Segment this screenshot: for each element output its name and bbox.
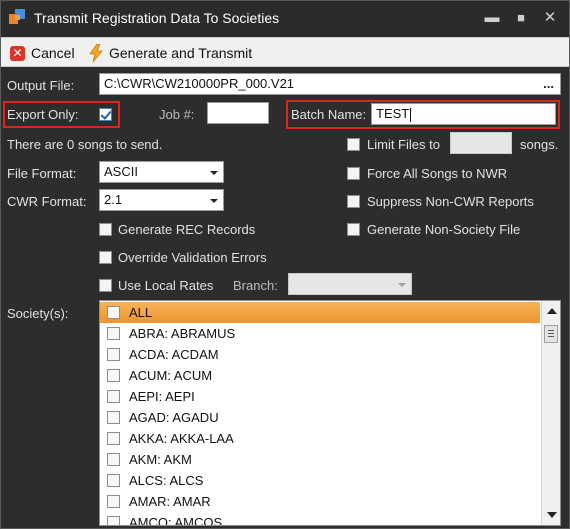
list-item[interactable]: ABRA: ABRAMUS [100,323,540,344]
batch-name-value: TEST [376,106,410,121]
list-item[interactable]: AKM: AKM [100,449,540,470]
title-bar: Transmit Registration Data To Societies … [1,1,569,35]
list-item[interactable]: AEPI: AEPI [100,386,540,407]
list-item-all[interactable]: ALL [100,302,540,323]
checkbox-icon[interactable] [107,390,120,403]
override-label: Override Validation Errors [118,250,267,265]
limit-files-checkbox[interactable] [347,138,360,151]
branch-label: Branch: [233,278,278,293]
suppress-checkbox[interactable] [347,195,360,208]
scroll-down-icon[interactable] [547,512,557,518]
export-only-checkbox[interactable] [99,108,112,121]
force-nwr-checkbox[interactable] [347,167,360,180]
file-format-value: ASCII [104,164,138,179]
file-format-select[interactable]: ASCII [99,161,224,183]
list-item[interactable]: ACUM: ACUM [100,365,540,386]
branch-select[interactable] [288,273,412,295]
override-checkbox[interactable] [99,251,112,264]
list-item[interactable]: ALCS: ALCS [100,470,540,491]
output-file-value: C:\CWR\CW210000PR_000.V21 [104,76,295,91]
checkbox-icon[interactable] [107,348,120,361]
cancel-button[interactable]: ✕ Cancel [10,42,75,64]
maximize-button[interactable]: ■ [510,7,532,29]
close-button[interactable]: ✕ [539,7,561,29]
local-rates-checkbox[interactable] [99,279,112,292]
limit-files-label: Limit Files to [367,137,440,152]
limit-files-suffix: songs. [520,137,559,152]
societies-list[interactable]: ALL ABRA: ABRAMUS ACDA: ACDAM ACUM: ACUM… [99,300,561,526]
generate-rec-checkbox[interactable] [99,223,112,236]
force-nwr-label: Force All Songs to NWR [367,166,508,181]
app-icon [9,9,25,25]
cancel-icon: ✕ [10,45,25,61]
list-item[interactable]: ACDA: ACDAM [100,344,540,365]
transmit-dialog: Transmit Registration Data To Societies … [0,0,570,529]
checkbox-icon[interactable] [107,495,120,508]
checkbox-icon[interactable] [107,327,120,340]
cwr-format-value: 2.1 [104,192,123,207]
generate-transmit-button[interactable]: Generate and Transmit [89,42,252,64]
scroll-thumb[interactable] [544,325,558,343]
generate-non-society-checkbox[interactable] [347,223,360,236]
minimize-button[interactable]: ▬ [481,7,503,29]
dropdown-arrow-icon [210,171,218,175]
checkbox-icon[interactable] [107,411,120,424]
job-input[interactable] [207,102,269,124]
songs-status: There are 0 songs to send. [7,137,163,152]
suppress-label: Suppress Non-CWR Reports [367,194,534,209]
list-scrollbar[interactable] [541,301,560,525]
limit-files-input[interactable] [450,132,512,154]
local-rates-label: Use Local Rates [118,278,214,293]
lightning-bolt-icon [89,44,103,62]
batch-name-label: Batch Name: [291,107,367,122]
form-panel: Output File: C:\CWR\CW210000PR_000.V21 .… [1,68,569,528]
file-format-label: File Format: [7,166,77,181]
checkbox-icon[interactable] [107,516,120,525]
output-file-input[interactable]: C:\CWR\CW210000PR_000.V21 ... [99,73,561,95]
list-item[interactable]: AMAR: AMAR [100,491,540,512]
list-item[interactable]: AKKA: AKKA-LAA [100,428,540,449]
generate-non-society-label: Generate Non-Society File [367,222,521,237]
dropdown-arrow-icon [210,199,218,203]
checkbox-icon[interactable] [107,432,120,445]
checkbox-icon[interactable] [107,474,120,487]
list-item[interactable]: AMCO: AMCOS [100,512,540,525]
browse-button[interactable]: ... [543,74,554,94]
output-file-label: Output File: [7,78,75,93]
generate-label: Generate and Transmit [109,45,253,61]
export-only-label: Export Only: [7,107,79,122]
checkbox-icon[interactable] [107,369,120,382]
toolbar: ✕ Cancel Generate and Transmit [1,37,569,67]
generate-rec-label: Generate REC Records [118,222,256,237]
job-label: Job #: [159,107,195,122]
societies-label: Society(s): [7,306,69,321]
window-title: Transmit Registration Data To Societies [34,10,280,26]
scroll-up-icon[interactable] [547,308,557,314]
checkbox-icon[interactable] [107,306,120,319]
cwr-format-select[interactable]: 2.1 [99,189,224,211]
cancel-label: Cancel [31,45,75,61]
batch-name-input[interactable]: TEST [371,103,556,125]
checkbox-icon[interactable] [107,453,120,466]
cwr-format-label: CWR Format: [7,194,87,209]
dropdown-arrow-icon [398,283,406,287]
list-item[interactable]: AGAD: AGADU [100,407,540,428]
